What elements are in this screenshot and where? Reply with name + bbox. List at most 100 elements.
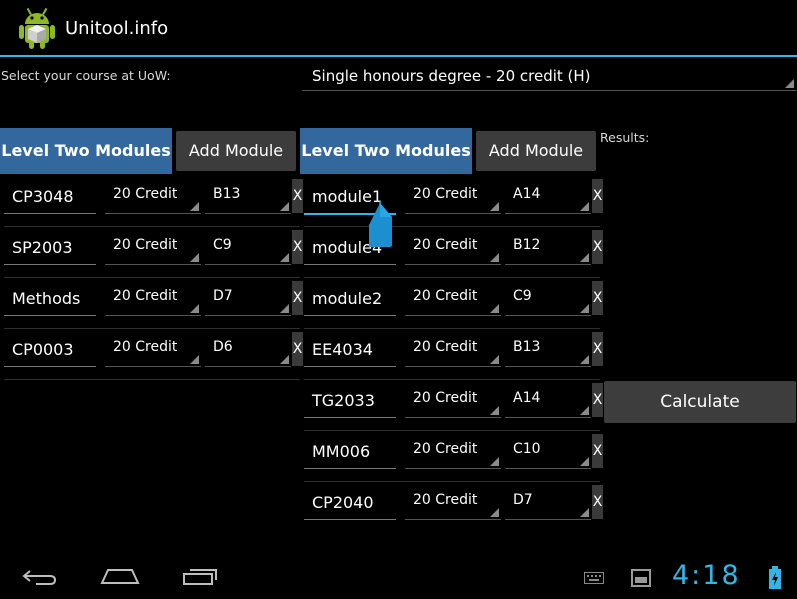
row-divider — [304, 328, 600, 329]
course-label: Select your course at UoW: — [1, 68, 171, 83]
right-module-row: EE4034 20 Credit B13 X — [304, 330, 603, 380]
delete-row-button[interactable]: X — [292, 332, 303, 366]
delete-row-button[interactable]: X — [592, 179, 603, 213]
spinner-arrow-icon — [580, 202, 589, 211]
spinner-arrow-icon — [580, 253, 589, 262]
delete-row-button[interactable]: X — [592, 485, 603, 519]
row-divider — [304, 430, 600, 431]
delete-row-button[interactable]: X — [592, 332, 603, 366]
credit-spinner[interactable]: 20 Credit — [105, 180, 201, 214]
android-logo-icon[interactable] — [14, 5, 60, 51]
spinner-arrow-icon — [490, 355, 499, 364]
module-name-field[interactable]: MM006 — [304, 435, 396, 469]
spinner-arrow-icon — [190, 253, 199, 262]
credit-spinner[interactable]: 20 Credit — [405, 231, 501, 265]
credit-spinner[interactable]: 20 Credit — [405, 384, 501, 418]
battery-icon — [769, 566, 781, 589]
left-module-row: SP2003 20 Credit C9 X — [4, 228, 303, 278]
results-label: Results: — [600, 130, 650, 145]
spinner-arrow-icon — [280, 355, 289, 364]
grade-spinner[interactable]: D6 — [205, 333, 291, 367]
left-module-row: Methods 20 Credit D7 X — [4, 279, 303, 329]
credit-spinner[interactable]: 20 Credit — [405, 282, 501, 316]
module-name-field[interactable]: CP3048 — [4, 180, 96, 214]
spinner-arrow-icon — [280, 202, 289, 211]
grade-spinner[interactable]: C9 — [505, 282, 591, 316]
left-add-module-button[interactable]: Add Module — [176, 131, 296, 171]
right-module-row: CP2040 20 Credit D7 X — [304, 483, 603, 533]
credit-spinner[interactable]: 20 Credit — [105, 333, 201, 367]
row-divider — [304, 226, 600, 227]
left-module-row: CP0003 20 Credit D6 X — [4, 330, 303, 380]
spinner-arrow-icon — [580, 304, 589, 313]
left-level-header: Level Two Modules — [0, 128, 172, 174]
credit-spinner[interactable]: 20 Credit — [405, 435, 501, 469]
back-icon[interactable] — [22, 567, 58, 587]
spinner-arrow-icon — [280, 304, 289, 313]
spinner-arrow-icon — [580, 355, 589, 364]
grade-spinner[interactable]: B13 — [505, 333, 591, 367]
spinner-arrow-icon — [785, 79, 794, 88]
home-icon[interactable] — [100, 567, 140, 585]
module-name-field[interactable]: CP0003 — [4, 333, 96, 367]
grade-spinner[interactable]: B12 — [505, 231, 591, 265]
delete-row-button[interactable]: X — [592, 281, 603, 315]
row-divider — [4, 328, 300, 329]
spinner-arrow-icon — [490, 508, 499, 517]
spinner-arrow-icon — [280, 253, 289, 262]
right-module-row: TG2033 20 Credit A14 X — [304, 381, 603, 431]
text-cursor-handle-icon[interactable] — [365, 201, 395, 249]
spinner-arrow-icon — [490, 457, 499, 466]
row-divider — [4, 226, 300, 227]
grade-spinner[interactable]: A14 — [505, 180, 591, 214]
module-name-field[interactable]: CP2040 — [304, 486, 396, 520]
delete-row-button[interactable]: X — [292, 179, 303, 213]
calculate-button[interactable]: Calculate — [604, 381, 796, 423]
module-name-field[interactable]: TG2033 — [304, 384, 396, 418]
keyboard-icon[interactable] — [584, 572, 604, 584]
delete-row-button[interactable]: X — [292, 281, 303, 315]
grade-spinner[interactable]: C9 — [205, 231, 291, 265]
grade-spinner[interactable]: C10 — [505, 435, 591, 469]
right-add-module-button[interactable]: Add Module — [476, 131, 596, 171]
credit-spinner[interactable]: 20 Credit — [405, 486, 501, 520]
module-name-field[interactable]: module2 — [304, 282, 396, 316]
module-name-field[interactable]: EE4034 — [304, 333, 396, 367]
row-divider — [304, 277, 600, 278]
delete-row-button[interactable]: X — [592, 383, 603, 417]
grade-spinner[interactable]: D7 — [505, 486, 591, 520]
spinner-arrow-icon — [580, 508, 589, 517]
credit-spinner[interactable]: 20 Credit — [405, 333, 501, 367]
delete-row-button[interactable]: X — [592, 230, 603, 264]
credit-spinner[interactable]: 20 Credit — [405, 180, 501, 214]
spinner-arrow-icon — [190, 304, 199, 313]
action-bar: Unitool.info — [0, 0, 797, 57]
spinner-arrow-icon — [490, 253, 499, 262]
grade-spinner[interactable]: B13 — [205, 180, 291, 214]
row-divider — [304, 481, 600, 482]
credit-spinner[interactable]: 20 Credit — [105, 231, 201, 265]
course-spinner-value: Single honours degree - 20 credit (H) — [312, 67, 591, 85]
delete-row-button[interactable]: X — [292, 230, 303, 264]
grade-spinner[interactable]: D7 — [205, 282, 291, 316]
right-module-row: module2 20 Credit C9 X — [304, 279, 603, 329]
right-module-row: MM006 20 Credit C10 X — [304, 432, 603, 482]
credit-spinner[interactable]: 20 Credit — [105, 282, 201, 316]
spinner-arrow-icon — [490, 304, 499, 313]
module-name-field[interactable]: Methods — [4, 282, 96, 316]
spinner-arrow-icon — [490, 202, 499, 211]
row-divider — [4, 277, 300, 278]
status-clock: 4:18 — [672, 560, 741, 591]
module-name-field[interactable]: SP2003 — [4, 231, 96, 265]
spinner-arrow-icon — [580, 457, 589, 466]
spinner-arrow-icon — [580, 406, 589, 415]
spinner-arrow-icon — [190, 355, 199, 364]
spinner-arrow-icon — [490, 406, 499, 415]
recent-apps-icon[interactable] — [182, 566, 220, 586]
delete-row-button[interactable]: X — [592, 434, 603, 468]
app-title: Unitool.info — [65, 18, 169, 39]
row-divider — [4, 379, 300, 380]
grade-spinner[interactable]: A14 — [505, 384, 591, 418]
course-spinner[interactable]: Single honours degree - 20 credit (H) — [302, 62, 796, 91]
screenshot-icon — [631, 569, 651, 587]
